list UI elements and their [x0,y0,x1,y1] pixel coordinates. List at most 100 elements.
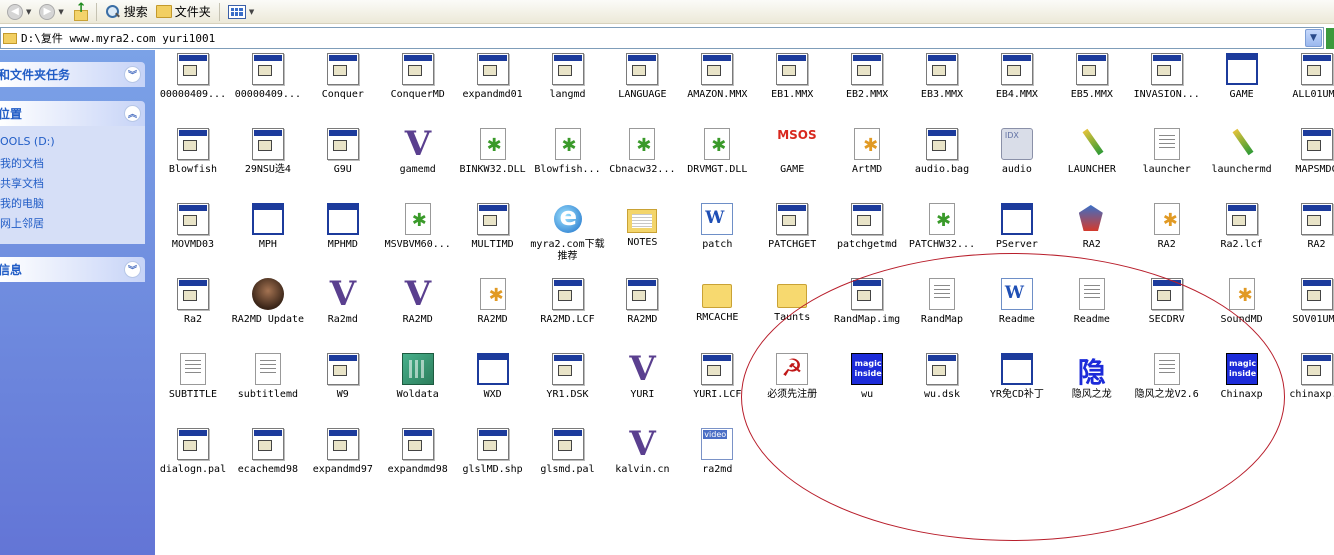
go-button[interactable] [1326,28,1334,49]
place-link-my-documents[interactable]: 我的文档 [0,155,44,171]
file-item[interactable]: 00000409... [230,53,306,101]
file-item[interactable]: EB3.MMX [904,53,980,101]
views-button[interactable]: ▼ [225,2,257,22]
address-bar[interactable]: D:\复件 www.myra2.com yuri1001 ▼ [0,27,1324,49]
file-item[interactable]: RA2MD [604,278,680,326]
file-item[interactable]: MSVBVM60... [380,203,456,251]
up-folder-button[interactable] [69,1,91,22]
folders-button[interactable]: 文件夹 [153,2,214,22]
file-item[interactable]: Ra2md [305,274,381,326]
file-item[interactable]: PATCHGET [754,203,830,251]
file-item[interactable]: Conquer [305,53,381,101]
file-item[interactable]: ALL01UMD [1279,53,1334,101]
file-item[interactable]: GAME [754,128,830,176]
file-item[interactable]: RA2 [1054,203,1130,251]
file-item[interactable]: 必须先注册 [754,353,830,401]
file-item[interactable]: BINKW32.DLL [455,128,531,176]
file-item[interactable]: MOVMD03 [155,203,231,251]
file-item[interactable]: YURI [604,349,680,401]
file-item[interactable]: wu.dsk [904,353,980,401]
file-item[interactable]: MPHMD [305,203,381,251]
file-item[interactable]: RandMap.img [829,278,905,326]
file-item[interactable]: GAME [1204,53,1280,101]
file-item[interactable]: RA2MD.LCF [530,278,606,326]
file-item[interactable]: RA2MD Update [230,278,306,326]
file-item[interactable]: RA2 [1129,203,1205,251]
file-item[interactable]: ecachemd98 [230,428,306,476]
file-item[interactable]: PATCHW32... [904,203,980,251]
file-item[interactable]: 隐风之龙V2.6 [1129,353,1205,401]
file-item[interactable]: Woldata [380,353,456,401]
file-item[interactable]: EB2.MMX [829,53,905,101]
address-dropdown-button[interactable]: ▼ [1305,29,1322,47]
file-item[interactable]: audio.bag [904,128,980,176]
file-item[interactable]: subtitlemd [230,353,306,401]
file-item[interactable]: expandmd01 [455,53,531,101]
file-item[interactable]: launcher [1129,128,1205,176]
back-button[interactable]: ◀ ▼ [4,2,34,22]
file-item[interactable]: langmd [530,53,606,101]
file-item[interactable]: audio [979,128,1055,176]
file-item[interactable]: W9 [305,353,381,401]
file-item[interactable]: myra2.com下载推荐 [530,202,606,263]
file-item[interactable]: DRVMGT.DLL [679,128,755,176]
file-item[interactable]: LANGUAGE [604,53,680,101]
file-item[interactable]: Ra2 [155,278,231,326]
file-item[interactable]: YURI.LCF [679,353,755,401]
file-item[interactable]: RMCACHE [679,278,755,324]
file-item[interactable]: ConquerMD [380,53,456,101]
file-item[interactable]: launchermd [1204,128,1280,176]
file-item[interactable]: wu [829,353,905,401]
file-item[interactable]: expandmd97 [305,428,381,476]
forward-button[interactable]: ▶ ▼ [36,2,66,22]
file-item[interactable]: MAPSMDC [1279,128,1334,176]
file-item[interactable]: LAUNCHER [1054,128,1130,176]
file-item[interactable]: glsmd.pal [530,428,606,476]
file-item[interactable]: patch [679,203,755,251]
chevron-up-icon[interactable]: ︽ [124,105,141,122]
place-link-network[interactable]: 网上邻居 [0,215,44,231]
file-item[interactable]: EB5.MMX [1054,53,1130,101]
file-item[interactable]: Readme [1054,278,1130,326]
file-item[interactable]: 隐风之龙 [1054,351,1130,401]
file-item[interactable]: expandmd98 [380,428,456,476]
file-item[interactable]: EB4.MMX [979,53,1055,101]
file-item[interactable]: Chinaxp [1204,353,1280,401]
file-item[interactable]: Cbnacw32... [604,128,680,176]
file-tasks-header[interactable]: 和文件夹任务 ︾ [0,62,145,87]
file-item[interactable]: INVASION... [1129,53,1205,101]
file-item[interactable]: MPH [230,203,306,251]
file-item[interactable]: SECDRV [1129,278,1205,326]
place-link-shared-documents[interactable]: 共享文档 [0,175,44,191]
file-item[interactable]: MULTIMD [455,203,531,251]
file-item[interactable]: WXD [455,353,531,401]
file-item[interactable]: ArtMD [829,128,905,176]
file-item[interactable]: EB1.MMX [754,53,830,101]
file-item[interactable]: 00000409... [155,53,231,101]
file-item[interactable]: Readme [979,278,1055,326]
chevron-down-icon[interactable]: ︾ [124,261,141,278]
file-item[interactable]: SOV01UMD [1279,278,1334,326]
file-item[interactable]: PServer [979,203,1055,251]
file-item[interactable]: dialogn.pal [155,428,231,476]
file-item[interactable]: RA2MD [455,278,531,326]
search-button[interactable]: 搜索 [102,2,151,22]
file-item[interactable]: Blowfish [155,128,231,176]
place-link-my-computer[interactable]: 我的电脑 [0,195,44,211]
file-item[interactable]: YR1.DSK [530,353,606,401]
chevron-down-icon[interactable]: ︾ [124,66,141,83]
file-item[interactable]: SUBTITLE [155,353,231,401]
file-item[interactable]: RA2 [1279,203,1334,251]
file-item[interactable]: Ra2.lcf [1204,203,1280,251]
file-item[interactable]: NOTES [604,203,680,249]
file-item[interactable]: AMAZON.MMX [679,53,755,101]
file-item[interactable]: 29NSU选4 [230,128,306,176]
file-item[interactable]: SoundMD [1204,278,1280,326]
file-item[interactable]: RA2MD [380,274,456,326]
file-item[interactable]: gamemd [380,124,456,176]
details-header[interactable]: 信息 ︾ [0,257,145,282]
file-item[interactable]: glslMD.shp [455,428,531,476]
file-item[interactable]: kalvin.cn [604,424,680,476]
file-item[interactable]: Taunts [754,278,830,324]
file-item[interactable]: ra2md [679,428,755,476]
